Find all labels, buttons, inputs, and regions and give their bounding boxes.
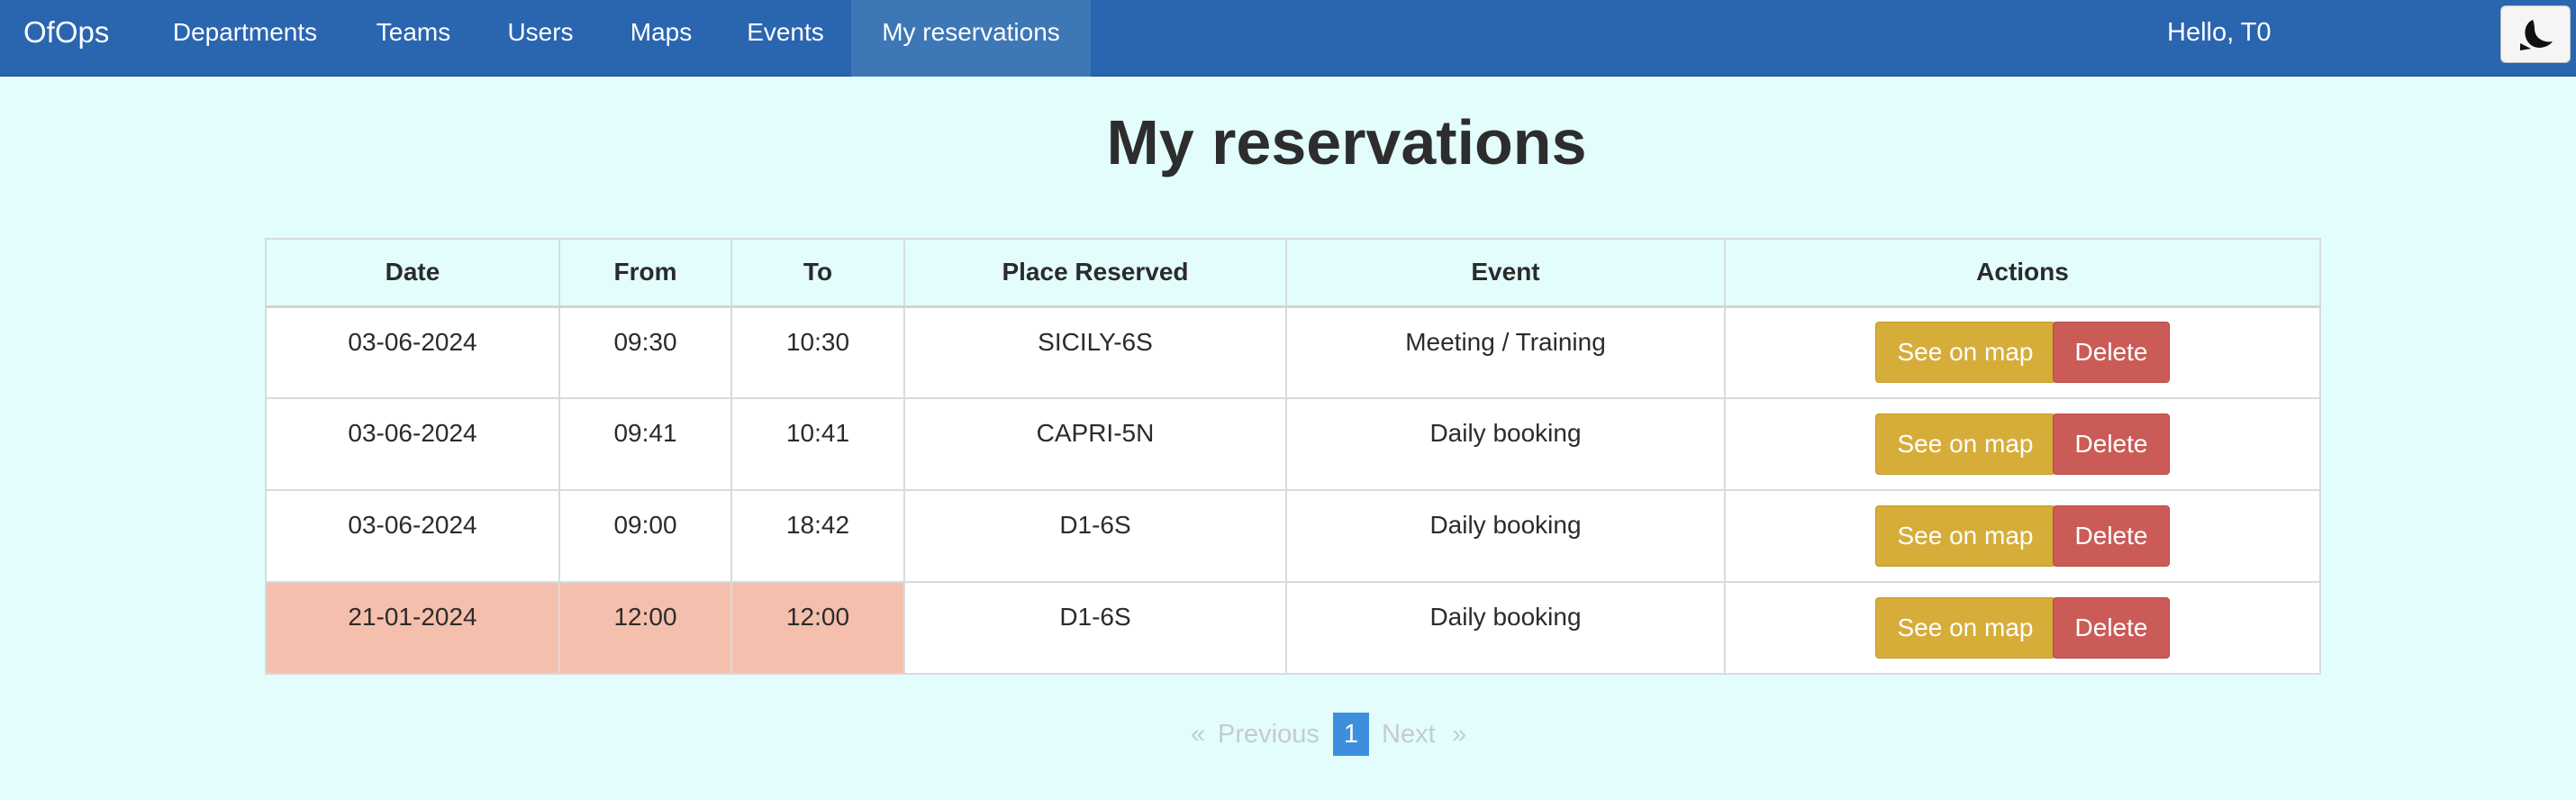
cell-actions: See on map Delete bbox=[1724, 489, 2321, 583]
cell-from: 09:00 bbox=[558, 489, 732, 583]
delete-button[interactable]: Delete bbox=[2053, 322, 2170, 384]
nav-teams[interactable]: Teams bbox=[353, 0, 474, 77]
theme-toggle-button[interactable] bbox=[2500, 5, 2571, 63]
cell-event: Daily booking bbox=[1285, 581, 1726, 675]
column-header-actions: Actions bbox=[1724, 238, 2321, 308]
column-header-date: Date bbox=[265, 238, 560, 308]
cell-to: 10:41 bbox=[730, 397, 905, 491]
pagination-prev-arrow: « bbox=[1191, 720, 1206, 749]
nav-maps[interactable]: Maps bbox=[612, 0, 710, 77]
cell-place: CAPRI-5N bbox=[903, 397, 1287, 491]
cell-date: 21-01-2024 bbox=[265, 581, 560, 675]
reservations-table: Date From To Place Reserved Event Action… bbox=[265, 238, 2321, 675]
cell-place: SICILY-6S bbox=[903, 305, 1287, 399]
table-row: 03-06-2024 09:30 10:30 SICILY-6S Meeting… bbox=[265, 305, 2321, 399]
delete-button[interactable]: Delete bbox=[2053, 505, 2170, 567]
table-row: 03-06-2024 09:00 18:42 D1-6S Daily booki… bbox=[265, 489, 2321, 583]
see-on-map-button[interactable]: See on map bbox=[1875, 414, 2055, 475]
cell-to: 12:00 bbox=[730, 581, 905, 675]
nav-users[interactable]: Users bbox=[492, 0, 589, 77]
cell-event: Daily booking bbox=[1285, 489, 1726, 583]
moon-icon bbox=[2520, 20, 2553, 50]
cell-to: 18:42 bbox=[730, 489, 905, 583]
pagination-page-1[interactable]: 1 bbox=[1333, 713, 1369, 756]
cell-event: Meeting / Training bbox=[1285, 305, 1726, 399]
pagination-next-arrow: » bbox=[1452, 720, 1467, 749]
see-on-map-button[interactable]: See on map bbox=[1875, 322, 2055, 384]
nav-events[interactable]: Events bbox=[733, 0, 838, 77]
column-header-place: Place Reserved bbox=[903, 238, 1287, 308]
cell-date: 03-06-2024 bbox=[265, 489, 560, 583]
column-header-event: Event bbox=[1285, 238, 1726, 308]
cell-from: 09:41 bbox=[558, 397, 732, 491]
pagination-next[interactable]: Next bbox=[1382, 713, 1436, 756]
brand-logo[interactable]: OfOps bbox=[23, 0, 109, 77]
nav-departments[interactable]: Departments bbox=[159, 0, 331, 77]
cell-place: D1-6S bbox=[903, 581, 1287, 675]
delete-button[interactable]: Delete bbox=[2053, 414, 2170, 475]
table-header-row: Date From To Place Reserved Event Action… bbox=[265, 238, 2321, 308]
nav-my-reservations[interactable]: My reservations bbox=[851, 0, 1091, 77]
user-greeting: Hello, T0 bbox=[2167, 18, 2272, 47]
cell-actions: See on map Delete bbox=[1724, 581, 2321, 675]
page-title: My reservations bbox=[1106, 107, 1587, 177]
cell-from: 09:30 bbox=[558, 305, 732, 399]
cell-date: 03-06-2024 bbox=[265, 397, 560, 491]
delete-button[interactable]: Delete bbox=[2053, 597, 2170, 659]
table-row-past: 21-01-2024 12:00 12:00 D1-6S Daily booki… bbox=[265, 581, 2321, 675]
pagination-previous[interactable]: Previous bbox=[1218, 713, 1320, 756]
column-header-from: From bbox=[558, 238, 732, 308]
cell-actions: See on map Delete bbox=[1724, 305, 2321, 399]
cell-date: 03-06-2024 bbox=[265, 305, 560, 399]
cell-actions: See on map Delete bbox=[1724, 397, 2321, 491]
top-navbar: OfOps Departments Teams Users Maps Event… bbox=[0, 0, 2576, 77]
see-on-map-button[interactable]: See on map bbox=[1875, 597, 2055, 659]
see-on-map-button[interactable]: See on map bbox=[1875, 505, 2055, 567]
column-header-to: To bbox=[730, 238, 905, 308]
cell-to: 10:30 bbox=[730, 305, 905, 399]
cell-place: D1-6S bbox=[903, 489, 1287, 583]
cell-from: 12:00 bbox=[558, 581, 732, 675]
table-row: 03-06-2024 09:41 10:41 CAPRI-5N Daily bo… bbox=[265, 397, 2321, 491]
cell-event: Daily booking bbox=[1285, 397, 1726, 491]
